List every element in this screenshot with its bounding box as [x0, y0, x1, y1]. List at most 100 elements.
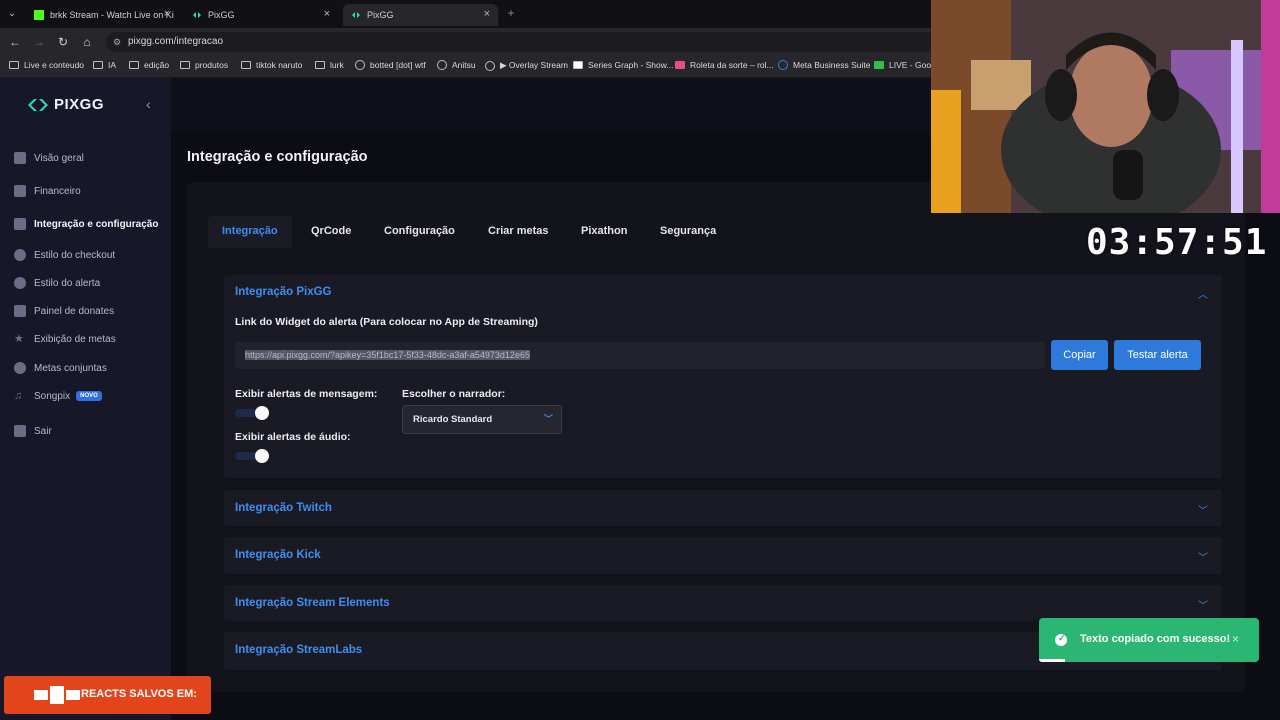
- folder-icon: [315, 61, 325, 69]
- browser-tab-pixgg[interactable]: PixGG ×: [184, 4, 338, 26]
- close-tab-icon[interactable]: ×: [164, 8, 170, 20]
- sidebar-item-label: Sair: [34, 425, 52, 437]
- chevron-down-icon: ﹀: [1198, 601, 1208, 612]
- test-alert-button[interactable]: Testar alerta: [1114, 340, 1201, 370]
- s-logo-icon: [573, 61, 583, 69]
- chevron-up-icon[interactable]: ︿: [1198, 286, 1208, 301]
- globe-icon: [485, 60, 495, 71]
- widget-url-input[interactable]: https://api.pixgg.com/?apikey=35f1bc17-5…: [235, 342, 1045, 369]
- sidebar-item-estilo-alerta[interactable]: Estilo do alerta: [14, 277, 100, 289]
- sidebar-item-sair[interactable]: Sair: [14, 425, 52, 437]
- logout-icon: [14, 425, 26, 437]
- collapse-sidebar-icon[interactable]: ‹: [146, 96, 151, 112]
- url-text: pixgg.com/integracao: [128, 36, 224, 47]
- channel-logo-icon: [34, 686, 80, 704]
- bookmark-item[interactable]: produtos: [180, 60, 228, 70]
- bookmark-item[interactable]: Series Graph - Show...: [573, 60, 674, 70]
- sidebar-item-financeiro[interactable]: Financeiro: [14, 185, 81, 197]
- bot-icon: [355, 60, 365, 70]
- sidebar-item-songpix[interactable]: ♫ Songpix NOVO: [14, 390, 102, 402]
- panel-title[interactable]: Integração PixGG: [235, 286, 332, 298]
- url-input[interactable]: ⚙ pixgg.com/integracao: [106, 32, 936, 52]
- bookmark-label: edição: [144, 60, 170, 70]
- bookmark-item[interactable]: Meta Business Suite: [778, 60, 870, 70]
- bookmark-item[interactable]: IA: [93, 60, 116, 70]
- reacts-label: REACTS SALVOS EM:: [81, 688, 197, 700]
- browser-tab-title: PixGG: [208, 10, 235, 20]
- tab-seguranca[interactable]: Segurança: [646, 216, 730, 248]
- panel-title: Integração Stream Elements: [235, 597, 390, 609]
- forward-icon[interactable]: →: [31, 34, 47, 50]
- message-alerts-label: Exibir alertas de mensagem:: [235, 388, 378, 400]
- sidebar-item-exibicao-metas[interactable]: ★ Exibição de metas: [14, 333, 116, 345]
- success-toast: ✓ Texto copiado com sucesso! ×: [1039, 618, 1259, 662]
- bookmark-item[interactable]: tiktok naruto: [241, 60, 302, 70]
- sidebar-item-label: Visão geral: [34, 152, 84, 164]
- tab-configuracao[interactable]: Configuração: [370, 216, 469, 248]
- pixgg-logo[interactable]: PIXGG: [28, 96, 104, 113]
- copy-button[interactable]: Copiar: [1051, 340, 1108, 370]
- bookmark-item[interactable]: Roleta da sorte – rol...: [675, 60, 774, 70]
- bookmark-item[interactable]: Live e conteudo: [9, 60, 84, 70]
- folder-icon: [93, 61, 103, 69]
- toast-progress-bar: [1039, 659, 1065, 662]
- widget-url-text: https://api.pixgg.com/?apikey=35f1bc17-5…: [245, 350, 530, 360]
- kick-icon: [34, 10, 44, 20]
- audio-alerts-label: Exibir alertas de áudio:: [235, 431, 351, 443]
- close-tab-icon[interactable]: ×: [324, 8, 330, 20]
- star-icon: ★: [14, 333, 24, 345]
- bookmark-item[interactable]: botted [dot] wtf: [355, 60, 426, 70]
- sidebar-item-label: Estilo do checkout: [34, 249, 116, 261]
- bookmark-item[interactable]: lurk: [315, 60, 344, 70]
- tab-integracao[interactable]: Integração: [208, 216, 292, 248]
- sidebar-item-label: Metas conjuntas: [34, 362, 107, 374]
- sidebar-item-label: Exibição de metas: [34, 333, 116, 345]
- browser-tab-pixgg-active[interactable]: PixGG ×: [343, 4, 498, 26]
- message-alerts-toggle[interactable]: [235, 406, 269, 420]
- bookmark-label: Anitsu: [452, 60, 476, 70]
- home-icon[interactable]: ⌂: [79, 34, 95, 50]
- tab-list-icon[interactable]: ⌄: [4, 5, 20, 21]
- stream-timer: 03:57:51: [1086, 222, 1268, 263]
- toggle-knob: [255, 449, 269, 463]
- site-info-icon[interactable]: ⚙: [113, 32, 121, 52]
- sidebar-item-label: Songpix: [34, 390, 71, 402]
- new-tab-button[interactable]: +: [503, 5, 519, 21]
- pixgg-icon: [351, 10, 361, 20]
- close-tab-icon[interactable]: ×: [484, 8, 490, 20]
- check-mark: ✓: [1058, 633, 1066, 643]
- meta-icon: [778, 60, 788, 70]
- bookmark-label: IA: [108, 60, 117, 70]
- close-icon[interactable]: ×: [1232, 632, 1239, 646]
- audio-alerts-toggle[interactable]: [235, 449, 269, 463]
- bookmark-item[interactable]: edição: [129, 60, 169, 70]
- tab-pixathon[interactable]: Pixathon: [567, 216, 641, 248]
- panel-title: Integração Kick: [235, 549, 321, 561]
- bookmark-item[interactable]: Anitsu: [437, 60, 476, 70]
- sidebar-item-painel-donates[interactable]: Painel de donates: [14, 305, 114, 317]
- sidebar-item-metas-conjuntas[interactable]: Metas conjuntas: [14, 362, 107, 374]
- kick-integration-panel[interactable]: Integração Kick ﹀: [224, 537, 1222, 574]
- bookmark-label: botted [dot] wtf: [370, 60, 426, 70]
- tab-criar-metas[interactable]: Criar metas: [474, 216, 563, 248]
- browser-tab-kick[interactable]: brkk Stream - Watch Live on Ki ×: [26, 4, 178, 26]
- wallet-icon: [14, 185, 26, 197]
- sidebar: PIXGG ‹ Visão geral Financeiro Integraçã…: [0, 78, 171, 720]
- tab-qrcode[interactable]: QrCode: [297, 216, 365, 248]
- bookmark-item[interactable]: LIVE - Goog: [874, 60, 936, 70]
- pixgg-logo-icon: [28, 98, 48, 111]
- narrator-select[interactable]: Ricardo Standard ﹀: [402, 405, 562, 434]
- bookmark-label: Meta Business Suite: [793, 60, 871, 70]
- folder-icon: [129, 61, 139, 69]
- bookmark-item[interactable]: ▶ Overlay Stream: [485, 60, 568, 71]
- sidebar-item-estilo-checkout[interactable]: Estilo do checkout: [14, 249, 115, 261]
- users-icon: [14, 362, 26, 374]
- reload-icon[interactable]: ↻: [55, 34, 71, 50]
- stream-elements-panel[interactable]: Integração Stream Elements ﹀: [224, 585, 1222, 621]
- back-icon[interactable]: ←: [7, 34, 23, 50]
- wheel-icon: [675, 61, 685, 69]
- sidebar-item-visao-geral[interactable]: Visão geral: [14, 152, 84, 164]
- webcam-image: [931, 0, 1280, 213]
- twitch-integration-panel[interactable]: Integração Twitch ﹀: [224, 490, 1222, 526]
- sidebar-item-integracao[interactable]: Integração e configuração: [14, 218, 158, 230]
